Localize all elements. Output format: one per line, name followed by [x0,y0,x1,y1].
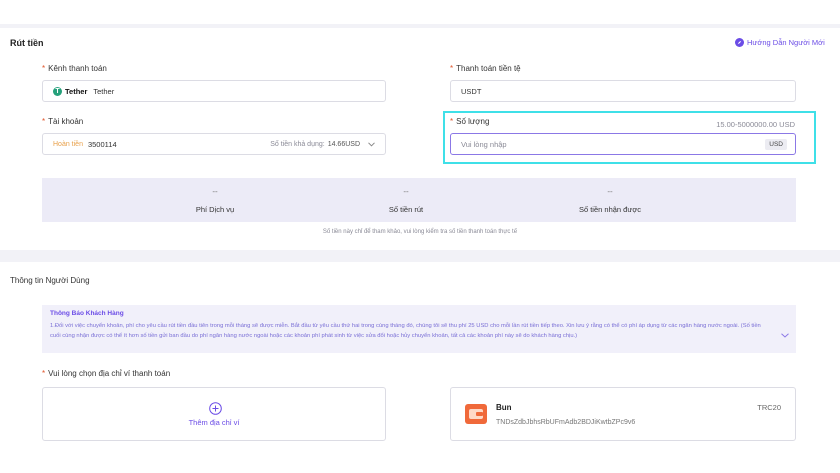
account-select[interactable]: Hoàn tiền 3500114 Số tiền khả dụng: 14.6… [42,133,386,155]
account-tag: Hoàn tiền [53,140,83,148]
summary-note: Số tiền này chỉ để tham khảo, vui lòng k… [322,229,518,235]
summary-fee-label: Phí Dịch vụ [195,205,235,214]
page-title: Rút tiền [10,38,44,48]
notice-title: Thông Báo Khách Hàng [50,310,124,317]
fee-summary [42,178,796,222]
amount-input[interactable]: Vui lòng nhập USD [450,133,796,155]
guide-link[interactable]: Hướng Dẫn Người Mới [735,38,825,47]
channel-value: Tether [93,86,115,96]
account-label: * Tài khoản [42,117,84,126]
user-info-title: Thông tin Người Dùng [10,276,90,285]
balance-value: 14.66USD [327,140,360,148]
summary-withdraw-value: -- [403,187,409,196]
guide-label: Hướng Dẫn Người Mới [747,38,825,47]
notice-chevron-down-icon[interactable] [781,325,789,343]
currency-label: * Thanh toán tiền tệ [450,64,521,73]
chevron-down-icon [368,140,375,149]
summary-withdraw-label: Số tiền rút [388,205,424,214]
amount-range: 15.00-5000000.00 USD [716,120,795,129]
amount-unit-badge: USD [765,138,787,150]
summary-received-value: -- [607,187,613,196]
wallet-network: TRC20 [757,403,781,412]
wallet-icon [465,404,487,424]
add-wallet-card[interactable]: Thêm địa chỉ ví [42,387,386,441]
account-number: 3500114 [87,139,117,149]
wallet-address: TNDsZdbJbhsRbUFmAdb2BDJiKwtbZPc9v6 [496,419,636,426]
tether-icon: T [53,86,62,96]
channel-label: * Kênh thanh toán [42,64,107,73]
amount-placeholder: Vui lòng nhập [461,139,507,149]
tether-logo-text: Tether [65,86,88,96]
currency-select[interactable]: USDT [450,80,796,102]
summary-received-label: Số tiền nhận được [578,205,642,214]
compass-icon [735,38,744,47]
user-info-panel [0,262,840,473]
top-strip [0,0,840,24]
notice-text: 1.Đối với việc chuyển khoản, phí cho yêu… [50,323,761,339]
customer-notice: Thông Báo Khách Hàng 1.Đối với việc chuy… [42,305,796,353]
channel-select[interactable]: T Tether Tether [42,80,386,102]
summary-fee-value: -- [212,187,218,196]
balance-label: Số tiền khả dụng: [270,140,325,148]
wallet-label: * Vui lòng chọn địa chỉ ví thanh toán [42,369,171,378]
currency-value: USDT [461,86,482,96]
wallet-name: Bun [496,403,512,412]
add-wallet-label: Thêm địa chỉ ví [188,418,240,427]
amount-label: * Số lượng [450,117,490,126]
wallet-card[interactable]: Bun TRC20 TNDsZdbJbhsRbUFmAdb2BDJiKwtbZP… [450,387,796,441]
